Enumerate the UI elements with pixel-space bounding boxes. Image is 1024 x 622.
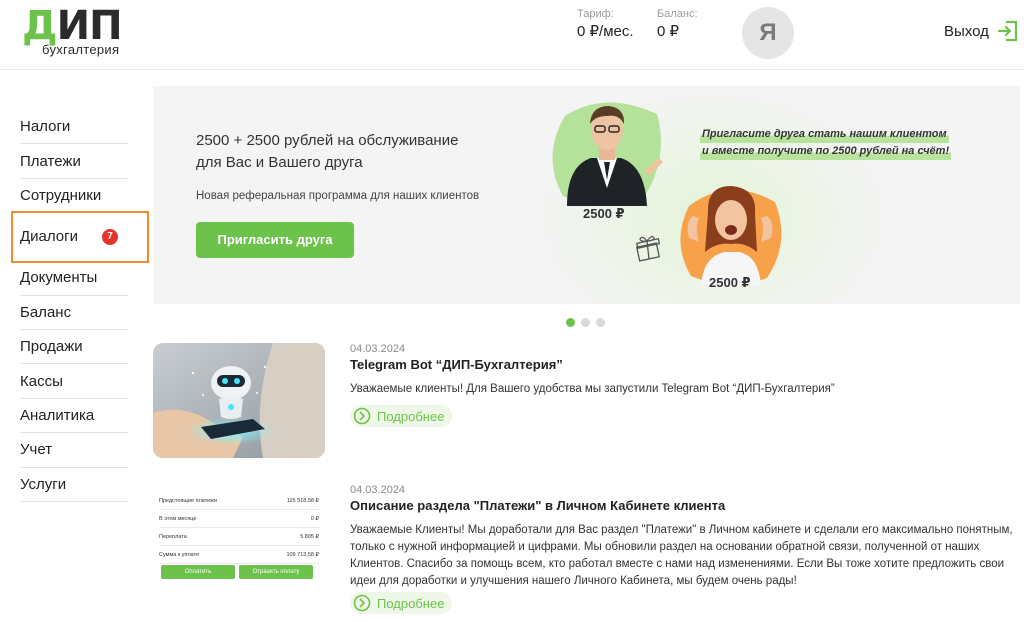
invite-friend-button[interactable]: Пригласить друга [196,222,354,258]
sidebar-item-label: Аналитика [20,406,95,424]
preview-row: Переплата 5 805 ₽ [159,528,319,546]
preview-row: Сумма к уплате 109 713,58 ₽ [159,546,319,564]
sidebar-item-label: Учет [20,441,53,459]
preview-row-label: Сумма к уплате [159,551,200,558]
sidebar-item-label: Диалоги [20,228,78,246]
sidebar-item-documents[interactable]: Документы [20,261,128,296]
sidebar-item-accounting[interactable]: Учет [20,433,128,468]
news-date: 04.03.2024 [350,343,406,355]
unread-count-badge: 7 [102,228,118,245]
news-text: Уважаемые Клиенты! Мы доработали для Вас… [350,524,1013,587]
carousel-dot-1[interactable] [566,318,575,327]
preview-pay-button: Оплатить [161,565,235,579]
news-title[interactable]: Описание раздела "Платежи" в Личном Каби… [350,498,725,513]
chevron-right-circle-icon [353,594,371,612]
preview-row-value: 5 805 ₽ [300,533,319,540]
preview-row-value: 115 518,58 ₽ [286,497,319,504]
sidebar-item-label: Документы [20,269,98,287]
read-more-label: Подробнее [377,595,445,611]
read-more-button[interactable]: Подробнее [350,405,453,427]
logout-icon [997,20,1017,42]
tariff-info: Тариф: 0 ₽/мес. [577,8,634,40]
sidebar-item-label: Баланс [20,303,72,321]
preview-defer-button: Отразить оплату [239,565,313,579]
preview-row-label: Переплата [159,533,187,540]
sidebar-item-label: Платежи [20,152,81,170]
logo-subtitle: бухгалтерия [42,42,120,57]
reward-amount-friend-1: 2500 ₽ [583,206,625,221]
news-title[interactable]: Telegram Bot “ДИП-Бухгалтерия” [350,357,563,372]
news-thumbnail-robot[interactable] [153,343,325,458]
gift-icon [635,235,661,262]
balance-info: Баланс: 0 ₽ [657,8,698,40]
sidebar-item-label: Продажи [20,338,83,356]
sidebar-item-taxes[interactable]: Налоги [20,110,128,145]
sidebar-item-dialogs[interactable]: Диалоги 7 [11,211,149,264]
sidebar-item-label: Услуги [20,475,67,493]
carousel-dot-3[interactable] [596,318,605,327]
promo-text: Пригласите друга стать нашим клиентом и … [700,126,952,160]
payments-preview: Предстоящие платежи 115 518,58 ₽ В этом м… [153,484,325,599]
carousel-dots [566,318,605,327]
preview-row-label: Предстоящие платежи [159,497,217,504]
carousel-dot-2[interactable] [581,318,590,327]
sidebar-item-employees[interactable]: Сотрудники [20,179,128,214]
banner-title: 2500 + 2500 рублей на обслуживание для В… [196,130,458,174]
banner-title-line: 2500 + 2500 рублей на обслуживание [196,132,459,149]
logout-label: Выход [944,22,989,40]
sidebar-item-sales[interactable]: Продажи [20,330,128,365]
banner-title-line: для Вас и Вашего друга [196,154,363,171]
read-more-button[interactable]: Подробнее [350,592,453,614]
man-photo [552,102,663,206]
preview-row-label: В этом месяце [159,515,197,522]
promo-line: и вместе получите по 2500 рублей на счёт… [700,143,952,160]
robot-illustration [153,343,325,458]
preview-row-value: 0 ₽ [310,515,319,522]
referral-banner[interactable]: 2500 + 2500 рублей на обслуживание для В… [153,86,1020,304]
sidebar-item-services[interactable]: Услуги [20,468,128,502]
sidebar-nav: Налоги Платежи Сотрудники Диалоги 7 Докум… [11,110,149,502]
top-header: ДИП бухгалтерия Тариф: 0 ₽/мес. Баланс: … [0,0,1024,70]
logout-button[interactable]: Выход [944,20,1019,42]
preview-row: В этом месяце 0 ₽ [159,510,319,528]
promo-line: Пригласите друга стать нашим клиентом [700,126,949,143]
woman-photo [680,186,782,286]
news-date: 04.03.2024 [350,484,406,496]
sidebar-item-cashboxes[interactable]: Кассы [20,364,128,399]
balance-value: 0 ₽ [657,23,680,40]
news-text: Уважаемые клиенты! Для Вашего удобства м… [350,383,835,395]
sidebar-item-payments[interactable]: Платежи [20,144,128,179]
chevron-right-circle-icon [353,407,371,425]
sidebar-item-label: Сотрудники [20,186,102,204]
sidebar-item-analytics[interactable]: Аналитика [20,399,128,434]
sidebar-item-label: Кассы [20,372,63,390]
company-logo[interactable]: ДИП бухгалтерия [22,4,132,60]
tariff-value: 0 ₽/мес. [577,23,634,40]
tariff-caption: Тариф: [577,8,614,20]
user-avatar[interactable]: Я [742,7,794,59]
reward-amount-friend-2: 2500 ₽ [709,275,751,290]
preview-row-value: 109 713,58 ₽ [286,551,319,558]
sidebar-item-label: Налоги [20,118,71,136]
banner-subtitle: Новая реферальная программа для наших кл… [196,190,480,202]
news-item: 04.03.2024 Telegram Bot “ДИП-Бухгалтерия… [153,343,1023,463]
balance-caption: Баланс: [657,8,698,20]
sidebar-item-balance[interactable]: Баланс [20,296,128,330]
news-thumbnail-payments[interactable]: Предстоящие платежи 115 518,58 ₽ В этом м… [153,484,325,599]
preview-row: Предстоящие платежи 115 518,58 ₽ [159,492,319,510]
news-item: Предстоящие платежи 115 518,58 ₽ В этом м… [153,484,1023,620]
read-more-label: Подробнее [377,408,445,424]
